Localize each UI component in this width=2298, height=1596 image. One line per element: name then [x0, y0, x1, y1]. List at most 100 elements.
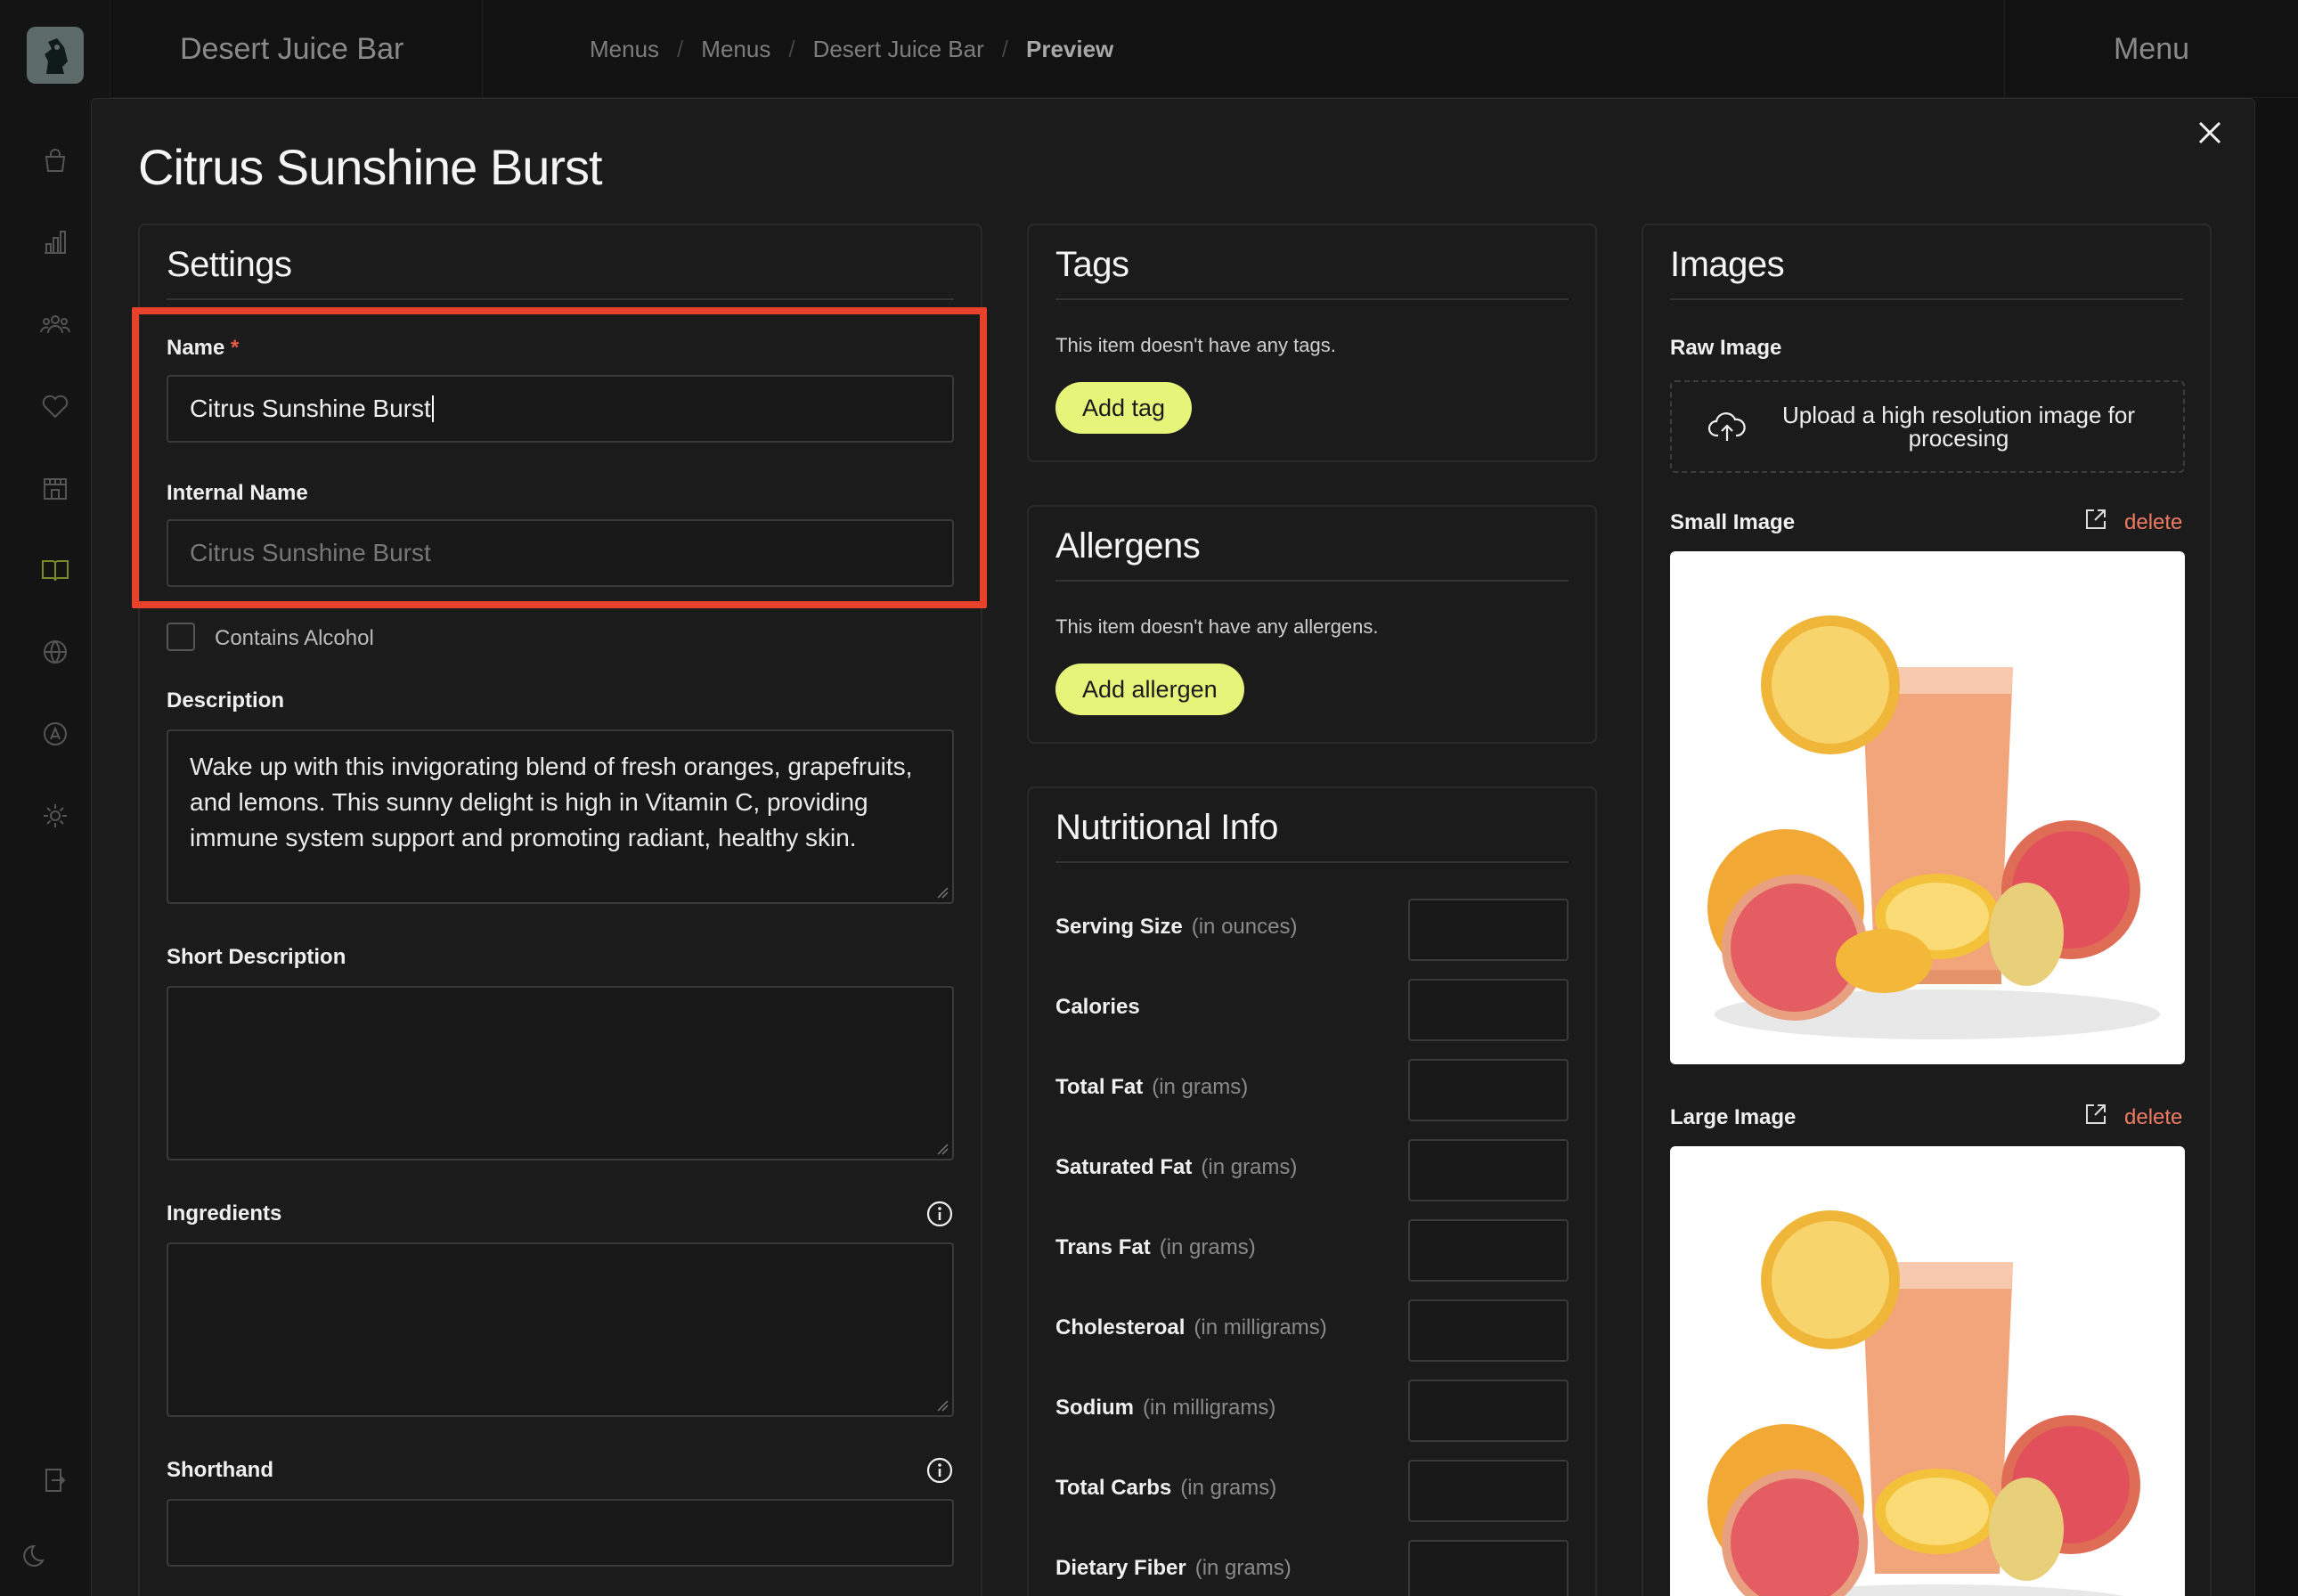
top-bar: Desert Juice Bar Menus / Menus / Desert …: [110, 0, 2298, 98]
nutrition-row-saturated-fat: Saturated Fat (in grams): [1055, 1139, 1569, 1201]
info-icon[interactable]: [925, 1200, 954, 1228]
chart-icon[interactable]: [36, 223, 75, 262]
breadcrumb-separator: /: [1001, 35, 1008, 62]
raw-image-upload[interactable]: Upload a high resolution image for proce…: [1670, 380, 2185, 473]
brand-name[interactable]: Desert Juice Bar: [110, 0, 483, 98]
resize-grip-icon[interactable]: [936, 886, 949, 899]
upload-instructions: Upload a high resolution image for proce…: [1781, 402, 2136, 452]
trans-fat-input[interactable]: [1408, 1219, 1569, 1282]
allergens-card: Allergens This item doesn't have any all…: [1027, 505, 1597, 744]
nutrition-row-serving-size: Serving Size (in ounces): [1055, 899, 1569, 961]
allergens-heading: Allergens: [1055, 526, 1201, 566]
breadcrumb: Menus / Menus / Desert Juice Bar / Previ…: [590, 0, 1113, 98]
breadcrumb-separator: /: [677, 35, 684, 62]
tags-heading: Tags: [1055, 245, 1129, 284]
bag-icon[interactable]: [36, 141, 75, 180]
nutrition-row-total-carbs: Total Carbs (in grams): [1055, 1460, 1569, 1522]
internal-name-label: Internal Name: [167, 481, 308, 505]
short-description-textarea[interactable]: [167, 986, 954, 1160]
heart-icon[interactable]: [36, 387, 75, 426]
images-heading: Images: [1670, 245, 1785, 284]
open-external-icon[interactable]: [2083, 1102, 2108, 1127]
sodium-input[interactable]: [1408, 1380, 1569, 1442]
modal-title: Citrus Sunshine Burst: [138, 139, 603, 195]
nutrition-row-calories: Calories: [1055, 979, 1569, 1041]
breadcrumb-item[interactable]: Menus: [590, 36, 659, 63]
ingredients-textarea[interactable]: [167, 1242, 954, 1417]
add-allergen-button[interactable]: Add allergen: [1055, 664, 1244, 715]
info-icon[interactable]: [925, 1456, 954, 1485]
close-icon: [2198, 121, 2221, 144]
name-input[interactable]: Citrus Sunshine Burst: [167, 375, 954, 443]
open-external-icon[interactable]: [2083, 507, 2108, 532]
internal-name-input[interactable]: Citrus Sunshine Burst: [167, 519, 954, 587]
divider: [1670, 298, 2183, 300]
contains-alcohol-checkbox[interactable]: [167, 623, 195, 651]
resize-grip-icon[interactable]: [936, 1399, 949, 1412]
divider: [1055, 861, 1569, 863]
book-icon[interactable]: [36, 550, 75, 590]
large-image-preview[interactable]: [1670, 1146, 2185, 1596]
nutrition-row-trans-fat: Trans Fat (in grams): [1055, 1219, 1569, 1282]
description-textarea[interactable]: Wake up with this invigorating blend of …: [167, 729, 954, 904]
shorthand-input[interactable]: [167, 1499, 954, 1567]
nutrition-row-dietary-fiber: Dietary Fiber (in grams): [1055, 1540, 1569, 1596]
globe-icon[interactable]: [36, 632, 75, 672]
contains-alcohol-label: Contains Alcohol: [215, 626, 374, 650]
total-fat-input[interactable]: [1408, 1059, 1569, 1121]
app: Desert Juice Bar Menus / Menus / Desert …: [0, 0, 2298, 1596]
calories-input[interactable]: [1408, 979, 1569, 1041]
raw-image-label: Raw Image: [1670, 336, 1782, 360]
nutritional-info-heading: Nutritional Info: [1055, 808, 1278, 847]
saturated-fat-input[interactable]: [1408, 1139, 1569, 1201]
total-carbs-input[interactable]: [1408, 1460, 1569, 1522]
juice-photo: [1707, 615, 2160, 1039]
serving-size-input[interactable]: [1408, 899, 1569, 961]
settings-heading: Settings: [167, 245, 292, 284]
nutrition-row-sodium: Sodium (in milligrams): [1055, 1380, 1569, 1442]
breadcrumb-current: Preview: [1025, 35, 1114, 62]
resize-grip-icon[interactable]: [936, 1143, 949, 1155]
divider: [167, 298, 954, 300]
delete-large-image-link[interactable]: delete: [2124, 1105, 2182, 1130]
dark-mode-icon[interactable]: [18, 1534, 57, 1573]
close-button[interactable]: [2188, 111, 2231, 154]
add-tag-button[interactable]: Add tag: [1055, 382, 1193, 434]
store-icon[interactable]: [36, 468, 75, 508]
cloud-upload-icon: [1707, 412, 1746, 441]
nutritional-info-card: Nutritional Info Serving Size (in ounces)…: [1027, 786, 1597, 1596]
breadcrumb-separator: /: [788, 35, 795, 62]
divider: [1055, 580, 1569, 582]
item-modal: Citrus Sunshine Burst Settings Name * Ci…: [91, 98, 2255, 1596]
tags-empty-text: This item doesn't have any tags.: [1055, 334, 1336, 356]
juice-photo: [1707, 1210, 2140, 1596]
breadcrumb-item[interactable]: Desert Juice Bar: [813, 36, 984, 63]
dietary-fiber-input[interactable]: [1408, 1540, 1569, 1596]
tags-card: Tags This item doesn't have any tags. Ad…: [1027, 224, 1597, 462]
small-image-preview[interactable]: [1670, 551, 2185, 1064]
divider: [1055, 298, 1569, 300]
short-description-label: Short Description: [167, 945, 346, 969]
nutrition-row-total-fat: Total Fat (in grams): [1055, 1059, 1569, 1121]
breadcrumb-item[interactable]: Menus: [701, 36, 770, 63]
gear-icon[interactable]: [36, 796, 75, 835]
logout-icon[interactable]: [36, 1461, 75, 1500]
allergens-empty-text: This item doesn't have any allergens.: [1055, 615, 1379, 638]
small-image-label: Small Image: [1670, 510, 1796, 534]
required-marker: *: [231, 336, 240, 360]
ingredients-label: Ingredients: [167, 1201, 282, 1226]
shorthand-label: Shorthand: [167, 1458, 273, 1482]
menu-tab[interactable]: Menu: [2004, 0, 2298, 98]
images-card: Images Raw Image Upload a high resolutio…: [1642, 224, 2212, 1596]
text-cursor: [431, 395, 434, 422]
cholesterol-input[interactable]: [1408, 1299, 1569, 1362]
nutrition-row-cholesterol: Cholesteroal (in milligrams): [1055, 1299, 1569, 1362]
users-icon[interactable]: [36, 305, 75, 344]
settings-card: Settings Name * Citrus Sunshine Burst In…: [138, 224, 982, 1596]
name-label: Name *: [167, 336, 240, 360]
delete-small-image-link[interactable]: delete: [2124, 510, 2182, 535]
app-store-icon[interactable]: [36, 714, 75, 753]
description-label: Description: [167, 688, 285, 712]
app-logo[interactable]: [27, 27, 84, 84]
large-image-label: Large Image: [1670, 1105, 1797, 1129]
